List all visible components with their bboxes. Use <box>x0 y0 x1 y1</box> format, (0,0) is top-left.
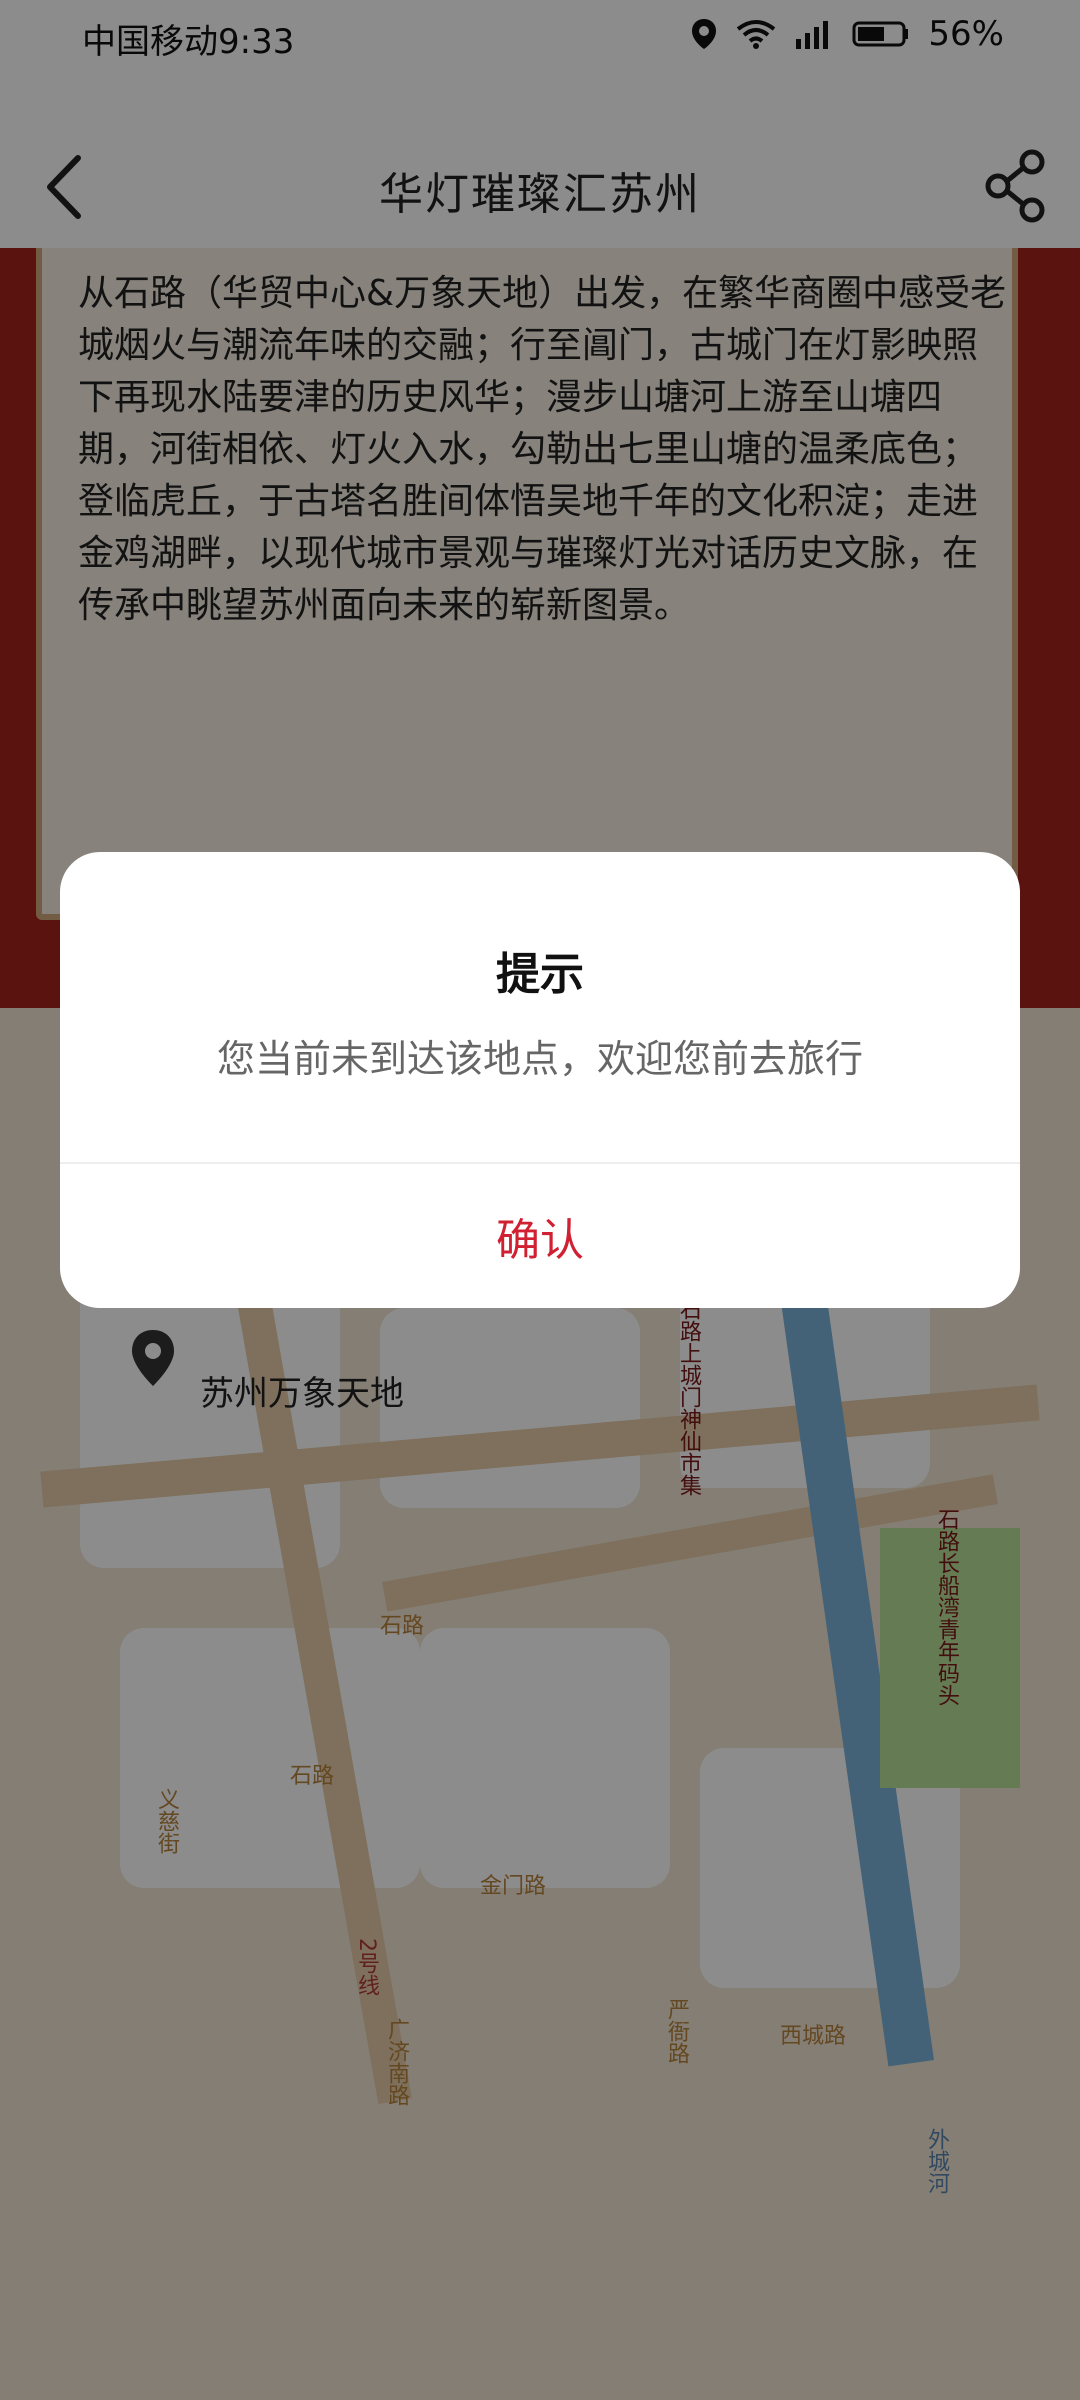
dialog-message: 您当前未到达该地点，欢迎您前去旅行 <box>60 1028 1020 1083</box>
alert-dialog: 提示 您当前未到达该地点，欢迎您前去旅行 确认 <box>60 852 1020 1308</box>
confirm-button[interactable]: 确认 <box>60 1164 1020 1308</box>
dialog-title: 提示 <box>60 938 1020 1002</box>
